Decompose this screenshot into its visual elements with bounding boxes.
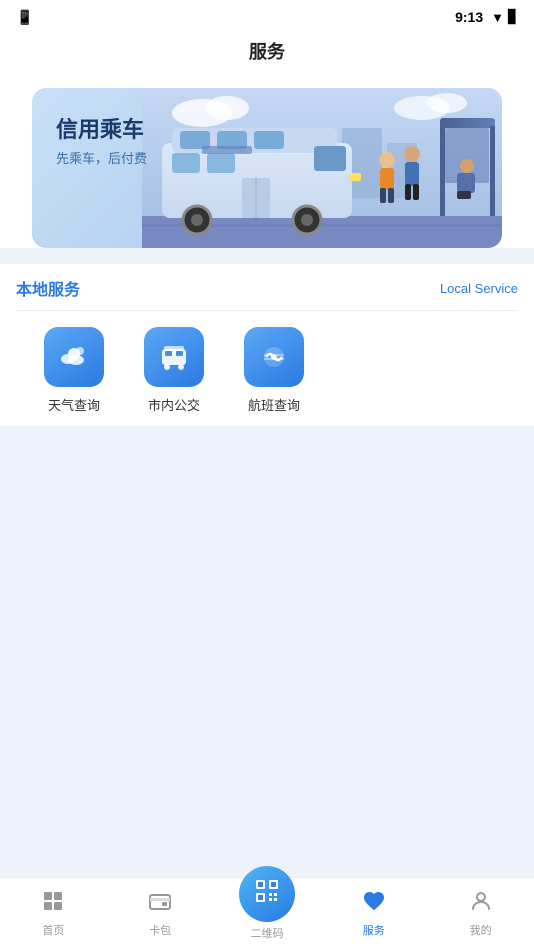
nav-item-service[interactable]: 服务 xyxy=(320,889,427,938)
nav-item-wallet[interactable]: 卡包 xyxy=(107,889,214,938)
wallet-icon xyxy=(148,889,172,919)
status-bar: 📱 9:13 ▼ ▊ xyxy=(0,0,534,30)
nav-item-mine[interactable]: 我的 xyxy=(427,889,534,938)
home-icon xyxy=(41,889,65,919)
service-item-weather[interactable]: 天气查询 xyxy=(24,327,124,414)
weather-icon xyxy=(44,327,104,387)
section-header: 本地服务 Local Service xyxy=(16,276,518,311)
bottom-nav: 首页 卡包 xyxy=(0,877,534,949)
battery-icon: ▊ xyxy=(508,9,518,25)
flight-icon xyxy=(244,327,304,387)
nav-item-home[interactable]: 首页 xyxy=(0,889,107,938)
banner-subtitle: 先乘车，后付费 xyxy=(56,148,147,167)
mine-icon xyxy=(469,889,493,919)
nav-item-qrcode[interactable] xyxy=(239,866,295,922)
local-service-section: 本地服务 Local Service 天气查询 xyxy=(0,264,534,426)
service-grid: 天气查询 市内公交 xyxy=(16,327,518,414)
nav-label-qrcode: 二维码 xyxy=(250,925,283,941)
bus-illustration xyxy=(142,88,502,248)
banner-wrap: 信用乘车 先乘车，后付费 xyxy=(0,76,534,248)
main-content: 信用乘车 先乘车，后付费 xyxy=(0,76,534,873)
service-label-flight: 航班查询 xyxy=(248,395,300,414)
nav-label-home: 首页 xyxy=(42,922,64,938)
nav-label-wallet: 卡包 xyxy=(149,922,171,938)
service-label-bus: 市内公交 xyxy=(148,395,200,414)
page-title: 服务 xyxy=(249,42,285,62)
banner-text: 信用乘车 先乘车，后付费 xyxy=(56,112,147,167)
status-time: 9:13 xyxy=(455,9,483,25)
bus-icon xyxy=(144,327,204,387)
service-item-flight[interactable]: 航班查询 xyxy=(224,327,324,414)
nav-label-service: 服务 xyxy=(363,922,385,938)
top-bar: 服务 xyxy=(0,30,534,76)
section-more[interactable]: Local Service xyxy=(440,281,518,296)
service-icon xyxy=(362,889,386,919)
wifi-icon: ▼ xyxy=(491,10,504,25)
nav-label-mine: 我的 xyxy=(470,922,492,938)
banner-title: 信用乘车 xyxy=(56,112,147,144)
phone-signal-icon: 📱 xyxy=(16,9,33,26)
qrcode-icon xyxy=(254,878,280,911)
service-label-weather: 天气查询 xyxy=(48,395,100,414)
service-item-bus[interactable]: 市内公交 xyxy=(124,327,224,414)
section-title: 本地服务 xyxy=(16,276,80,300)
banner[interactable]: 信用乘车 先乘车，后付费 xyxy=(32,88,502,248)
